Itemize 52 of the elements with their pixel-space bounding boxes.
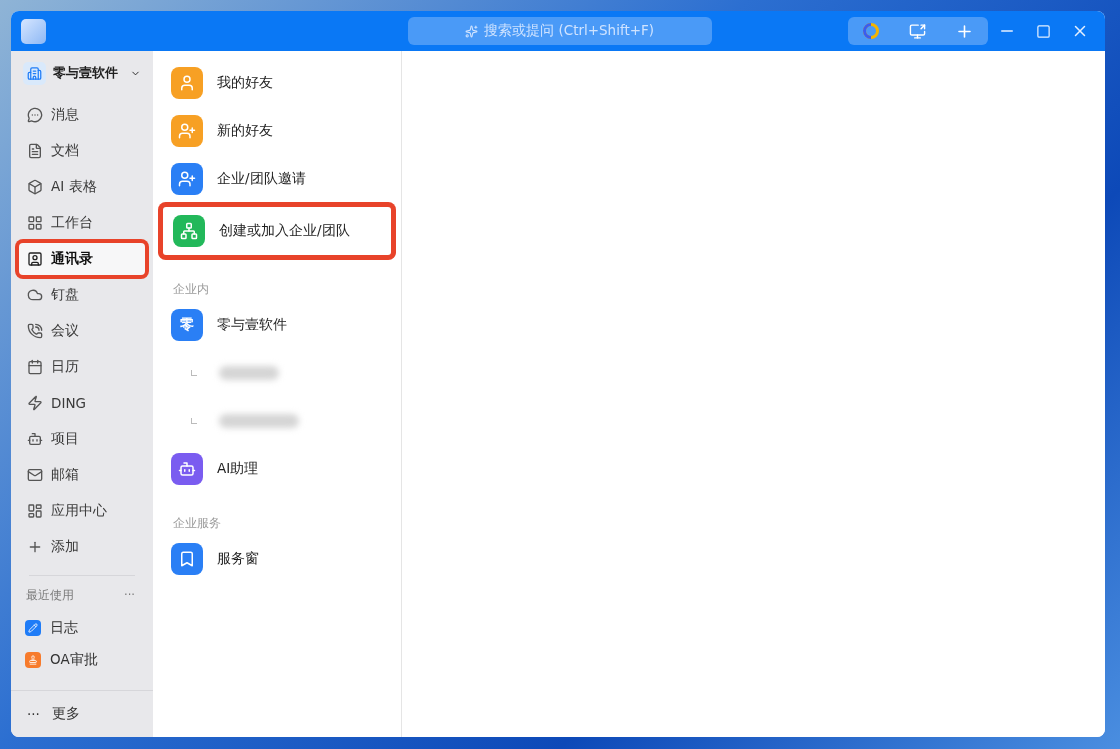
search-placeholder: 搜索或提问 (Ctrl+Shift+F) <box>484 22 655 40</box>
app-logo-icon <box>21 18 46 44</box>
nav-icon <box>27 143 43 159</box>
sidebar-item[interactable]: DING <box>19 387 145 419</box>
more-button[interactable]: ··· <box>124 588 135 602</box>
contact-item[interactable]: 我的好友 <box>161 59 393 107</box>
nav-icon <box>27 503 43 519</box>
section-title: 最近使用 <box>26 587 74 603</box>
sidebar-item[interactable]: 钉盘 <box>19 279 145 311</box>
more-label: 更多 <box>51 705 80 723</box>
nav-icon <box>27 107 43 123</box>
contact-item[interactable]: AI助理 <box>161 445 393 493</box>
sidebar-item[interactable]: 工作台 <box>19 207 145 239</box>
org-badge: 零 <box>171 309 203 341</box>
sidebar-item[interactable]: 文档 <box>19 135 145 167</box>
more-dots: ··· <box>27 706 40 722</box>
contact-item[interactable]: 新的好友 <box>161 107 393 155</box>
screen-share-icon[interactable] <box>908 22 926 40</box>
nav-icon <box>27 467 43 483</box>
contact-item[interactable]: 创建或加入企业/团队 <box>163 207 391 255</box>
ring-logo-icon[interactable] <box>862 22 881 40</box>
nav-icon <box>27 395 43 411</box>
more-item[interactable]: ··· 更多 <box>11 690 153 737</box>
sidebar-item[interactable]: 应用中心 <box>19 495 145 527</box>
contact-item[interactable]: 零 零与壹软件 <box>161 301 393 349</box>
sidebar-item[interactable]: 邮箱 <box>19 459 145 491</box>
nav-icon <box>27 431 43 447</box>
recent-item[interactable]: OA审批 <box>19 644 145 676</box>
nav-icon <box>27 539 43 555</box>
section-label: 企业内 <box>172 281 210 298</box>
org-name[interactable]: 零与壹软件 <box>53 64 118 82</box>
sidebar-item[interactable]: 会议 <box>19 315 145 347</box>
nav-icon <box>27 251 43 267</box>
sidebar-item[interactable]: 消息 <box>19 99 145 131</box>
recent-item[interactable]: 日志 <box>19 612 145 644</box>
sidebar-item[interactable]: AI 表格 <box>19 171 145 203</box>
nav-icon <box>27 215 43 231</box>
contact-item[interactable]: 服务窗 <box>161 535 393 583</box>
building-icon <box>23 61 46 85</box>
sidebar-item[interactable]: 添加 <box>19 531 145 563</box>
tree-branch-icon <box>191 370 197 376</box>
ai-search-icon <box>465 24 479 38</box>
nav-icon <box>27 359 43 375</box>
tree-branch-icon <box>191 418 197 424</box>
contact-item[interactable]: 企业/团队邀请 <box>161 155 393 203</box>
maximize-icon[interactable] <box>1036 23 1051 39</box>
section-label: 企业服务 <box>172 515 222 532</box>
sidebar-item[interactable]: 项目 <box>19 423 145 455</box>
sidebar-item[interactable]: 日历 <box>19 351 145 383</box>
nav-icon <box>27 287 43 303</box>
nav-icon <box>27 323 43 339</box>
nav-icon <box>27 179 43 195</box>
